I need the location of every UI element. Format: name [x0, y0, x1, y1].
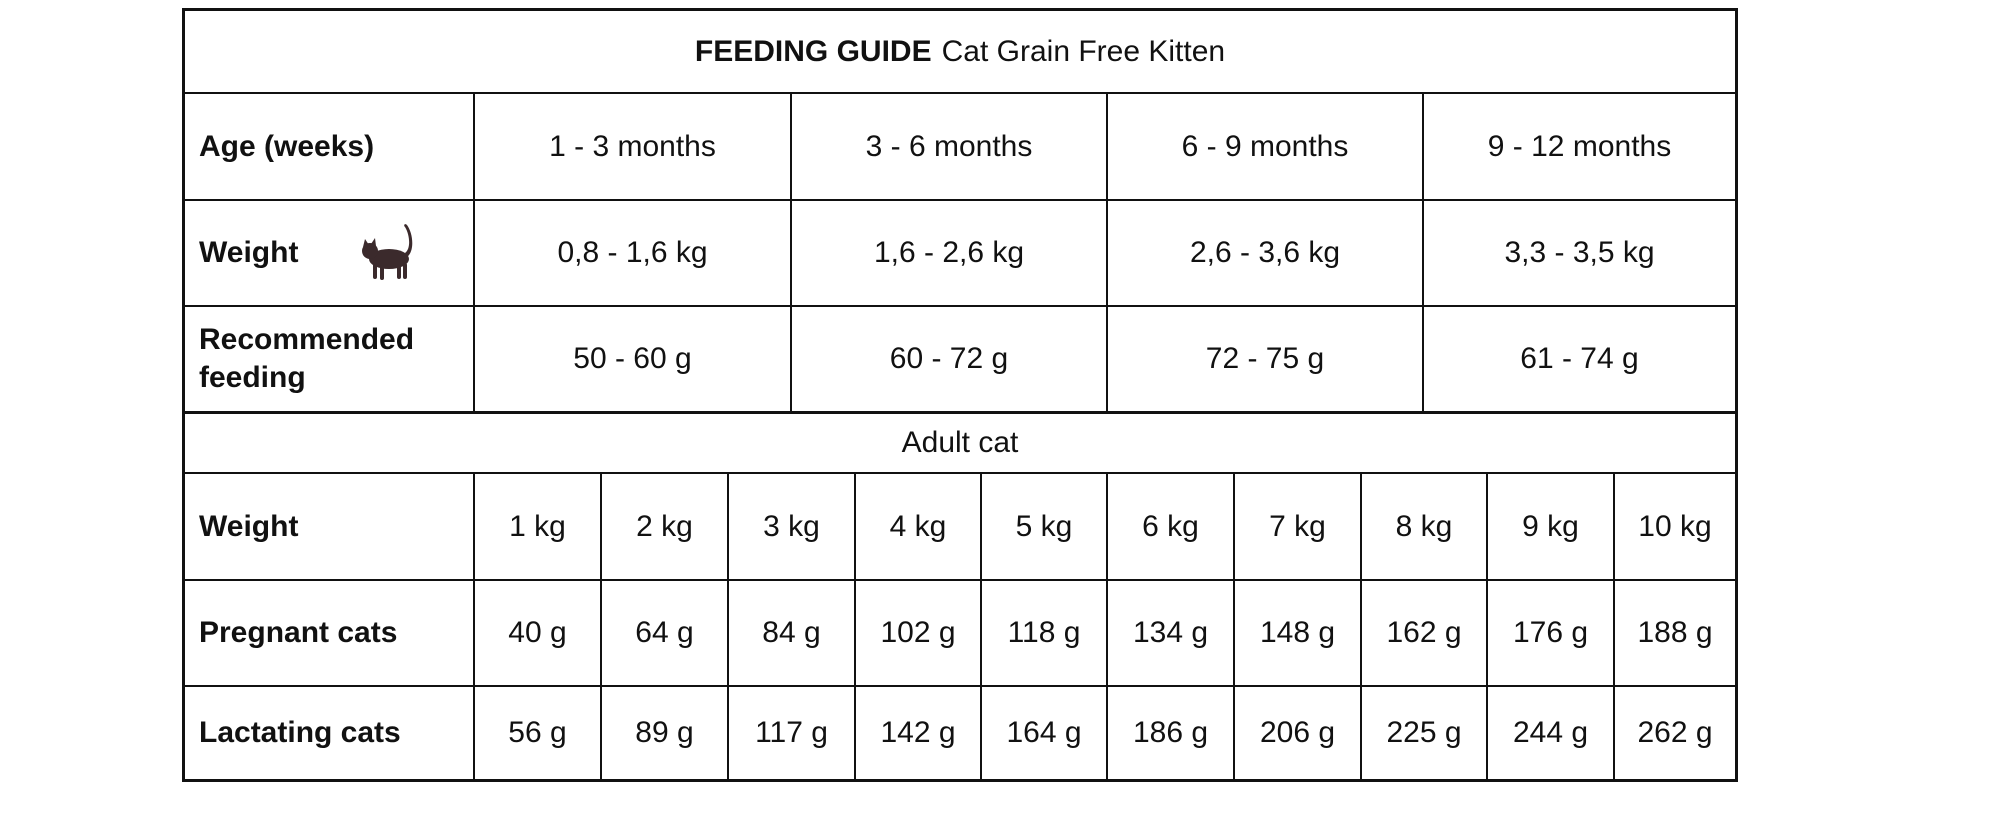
cat-silhouette-icon — [362, 224, 413, 280]
lactating-cell: 56 g — [473, 687, 600, 779]
recommended-feeding-label: Recommended feeding — [199, 323, 415, 394]
lactating-cats-label: Lactating cats — [199, 716, 401, 749]
pregnant-cell: 134 g — [1106, 581, 1233, 685]
kitten-weight-label: Weight — [199, 236, 299, 269]
pregnant-cats-row: Pregnant cats 40 g 64 g 84 g 102 g 118 g… — [185, 581, 1735, 687]
adult-cat-section-row: Adult cat — [185, 414, 1735, 474]
lactating-cell: 186 g — [1106, 687, 1233, 779]
feeding-cell: 61 - 74 g — [1422, 307, 1735, 411]
kitten-weight-cell: 3,3 - 3,5 kg — [1422, 201, 1735, 305]
adult-weight-cell: 6 kg — [1106, 474, 1233, 579]
lactating-cell: 225 g — [1360, 687, 1486, 779]
lactating-cell: 206 g — [1233, 687, 1360, 779]
lactating-cell: 262 g — [1613, 687, 1735, 779]
adult-weight-row: Weight 1 kg 2 kg 3 kg 4 kg 5 kg 6 kg 7 k… — [185, 474, 1735, 581]
feeding-cell: 72 - 75 g — [1106, 307, 1422, 411]
adult-weight-cell: 7 kg — [1233, 474, 1360, 579]
kitten-weight-cell: 2,6 - 3,6 kg — [1106, 201, 1422, 305]
adult-weight-cell: 3 kg — [727, 474, 854, 579]
adult-weight-cell: 1 kg — [473, 474, 600, 579]
table-title: FEEDING GUIDE Cat Grain Free Kitten — [185, 11, 1735, 92]
age-row: Age (weeks) 1 - 3 months 3 - 6 months 6 … — [185, 94, 1735, 201]
pregnant-cell: 148 g — [1233, 581, 1360, 685]
adult-weight-cell: 10 kg — [1613, 474, 1735, 579]
feeding-cell: 50 - 60 g — [473, 307, 790, 411]
lactating-cell: 117 g — [727, 687, 854, 779]
pregnant-cell: 40 g — [473, 581, 600, 685]
adult-cat-label: Adult cat — [901, 426, 1019, 459]
age-cell: 1 - 3 months — [473, 94, 790, 199]
pregnant-cell: 176 g — [1486, 581, 1613, 685]
age-cell: 3 - 6 months — [790, 94, 1106, 199]
pregnant-cell: 64 g — [600, 581, 727, 685]
kitten-weight-cell: 0,8 - 1,6 kg — [473, 201, 790, 305]
lactating-cats-row: Lactating cats 56 g 89 g 117 g 142 g 164… — [185, 687, 1735, 779]
title-product: Cat Grain Free Kitten — [941, 34, 1226, 68]
pregnant-cats-label: Pregnant cats — [199, 616, 398, 649]
lactating-cell: 164 g — [980, 687, 1106, 779]
adult-weight-cell: 9 kg — [1486, 474, 1613, 579]
pregnant-cell: 102 g — [854, 581, 980, 685]
adult-weight-cell: 4 kg — [854, 474, 980, 579]
pregnant-cell: 188 g — [1613, 581, 1735, 685]
adult-weight-label: Weight — [199, 509, 299, 543]
adult-weight-cell: 8 kg — [1360, 474, 1486, 579]
kitten-weight-cell: 1,6 - 2,6 kg — [790, 201, 1106, 305]
lactating-cell: 244 g — [1486, 687, 1613, 779]
adult-weight-cell: 5 kg — [980, 474, 1106, 579]
title-row: FEEDING GUIDE Cat Grain Free Kitten — [185, 11, 1735, 94]
kitten-weight-label-cell: Weight — [185, 201, 473, 305]
pregnant-cell: 162 g — [1360, 581, 1486, 685]
recommended-feeding-row: Recommended feeding 50 - 60 g 60 - 72 g … — [185, 307, 1735, 414]
title-bold: FEEDING GUIDE — [694, 34, 932, 68]
pregnant-cell: 84 g — [727, 581, 854, 685]
kitten-weight-row: Weight 0,8 - 1,6 kg 1,6 - 2,6 kg 2,6 - 3… — [185, 201, 1735, 307]
age-cell: 6 - 9 months — [1106, 94, 1422, 199]
feeding-cell: 60 - 72 g — [790, 307, 1106, 411]
feeding-guide-table: FEEDING GUIDE Cat Grain Free Kitten Age … — [182, 8, 1738, 782]
adult-weight-cell: 2 kg — [600, 474, 727, 579]
pregnant-cell: 118 g — [980, 581, 1106, 685]
age-label: Age (weeks) — [199, 129, 375, 163]
lactating-cell: 142 g — [854, 687, 980, 779]
age-cell: 9 - 12 months — [1422, 94, 1735, 199]
lactating-cell: 89 g — [600, 687, 727, 779]
